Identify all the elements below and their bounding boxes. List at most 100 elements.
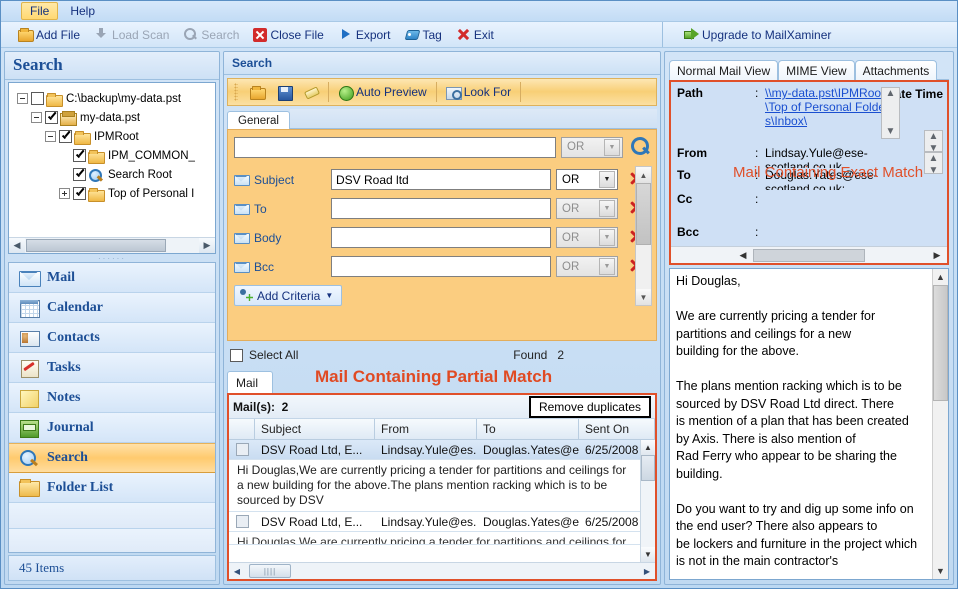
criteria-body-input[interactable] (331, 227, 551, 248)
scroll-left-icon[interactable]: ◀ (733, 250, 753, 261)
toolbar-export[interactable]: Export (333, 26, 396, 43)
tab-attachments[interactable]: Attachments (854, 60, 938, 80)
tree-horizontal-scrollbar[interactable]: ◀ ▶ (9, 237, 215, 253)
run-search-icon[interactable] (630, 136, 652, 158)
sidebar-item-contacts[interactable]: Contacts (9, 323, 215, 353)
tab-general[interactable]: General (227, 111, 290, 129)
expander-plus-icon[interactable] (59, 188, 70, 199)
results-vertical-scrollbar[interactable]: ▲ ▼ (640, 440, 655, 562)
scroll-thumb[interactable]: |||| (249, 564, 291, 578)
scroll-down-icon[interactable]: ▼ (929, 165, 939, 177)
sidebar-item-calendar[interactable]: Calendar (9, 293, 215, 323)
tab-normal-mail-view[interactable]: Normal Mail View (669, 60, 779, 80)
criteria-subject-operator[interactable]: OR ▼ (556, 169, 618, 190)
expander-minus-icon[interactable] (17, 93, 28, 104)
toolbar-search[interactable]: Search (178, 26, 244, 43)
main-query-input[interactable] (234, 136, 556, 158)
row-checkbox[interactable] (229, 515, 255, 528)
tree-node[interactable]: Top of Personal I (13, 184, 213, 203)
menu-file[interactable]: File (21, 2, 59, 20)
scroll-track[interactable] (933, 401, 948, 563)
tree-checkbox[interactable] (73, 168, 86, 181)
column-header-to[interactable]: To (477, 419, 579, 439)
scroll-up-icon[interactable]: ▲ (886, 88, 896, 100)
scroll-thumb[interactable] (933, 285, 948, 401)
table-row[interactable]: DSV Road Ltd, E... Lindsay.Yule@es... Do… (229, 512, 640, 532)
column-header-check[interactable] (229, 419, 255, 439)
tree-checkbox[interactable] (45, 111, 58, 124)
scroll-down-icon[interactable]: ▼ (886, 126, 896, 138)
tree-checkbox[interactable] (31, 92, 44, 105)
menu-help[interactable]: Help (61, 2, 104, 20)
remove-duplicates-button[interactable]: Remove duplicates (528, 396, 651, 418)
tree-checkbox[interactable] (73, 187, 86, 200)
column-header-sent-on[interactable]: Sent On (579, 419, 655, 439)
tree-checkbox[interactable] (59, 130, 72, 143)
chevron-down-icon[interactable]: ▼ (599, 258, 615, 275)
scroll-track[interactable] (641, 481, 655, 547)
upgrade-button[interactable]: Upgrade to MailXaminer (679, 26, 836, 43)
tab-mail[interactable]: Mail (227, 371, 274, 393)
scroll-up-icon[interactable]: ▲ (929, 131, 939, 143)
from-scrollbar[interactable]: ▲ ▼ (924, 130, 943, 154)
criteria-to-operator[interactable]: OR ▼ (556, 198, 618, 219)
scroll-up-icon[interactable]: ▲ (636, 167, 651, 183)
row-checkbox[interactable] (229, 443, 255, 456)
tree-node[interactable]: IPM_COMMON_ (13, 146, 213, 165)
sidebar-item-mail[interactable]: Mail (9, 263, 215, 293)
scroll-thumb[interactable] (26, 239, 166, 252)
tree-node[interactable]: my-data.pst (13, 108, 213, 127)
header-path-value[interactable]: \\my-data.pst\IPMRoot\Top of Personal Fo… (765, 86, 891, 142)
sidebar-item-search[interactable]: Search (9, 443, 215, 473)
auto-preview-button[interactable]: Auto Preview (332, 84, 433, 101)
sidebar-item-notes[interactable]: Notes (9, 383, 215, 413)
toolbar-add-file[interactable]: Add File (13, 26, 85, 43)
scroll-thumb[interactable] (753, 248, 865, 262)
criteria-subject-input[interactable] (331, 169, 551, 190)
column-header-subject[interactable]: Subject (255, 419, 375, 439)
sidebar-item-folder-list[interactable]: Folder List (9, 473, 215, 503)
scroll-right-icon[interactable]: ▶ (927, 250, 947, 261)
to-scrollbar[interactable]: ▲ ▼ (924, 152, 943, 177)
splitter-grip[interactable]: ······ (5, 254, 219, 263)
scroll-down-icon[interactable]: ▼ (933, 563, 948, 579)
criteria-bcc-operator[interactable]: OR ▼ (556, 256, 618, 277)
save-search-button[interactable] (271, 84, 298, 101)
scroll-right-icon[interactable]: ▶ (199, 238, 215, 253)
toolbar-grip[interactable] (234, 83, 238, 101)
sidebar-item-journal[interactable]: Journal (9, 413, 215, 443)
header-horizontal-scrollbar[interactable]: ◀ ▶ (671, 246, 947, 263)
scroll-thumb[interactable] (641, 455, 655, 481)
toolbar-load-scan[interactable]: Load Scan (89, 26, 174, 43)
chevron-down-icon[interactable]: ▼ (599, 171, 615, 188)
tab-mime-view[interactable]: MIME View (778, 60, 855, 80)
expander-minus-icon[interactable] (31, 112, 42, 123)
criteria-to-input[interactable] (331, 198, 551, 219)
scroll-up-icon[interactable]: ▲ (929, 153, 939, 165)
chevron-down-icon[interactable]: ▼ (325, 291, 333, 300)
scroll-up-icon[interactable]: ▲ (641, 440, 655, 455)
criteria-body-operator[interactable]: OR ▼ (556, 227, 618, 248)
toolbar-close-file[interactable]: Close File (248, 27, 328, 43)
criteria-bcc-input[interactable] (331, 256, 551, 277)
scroll-left-icon[interactable]: ◀ (9, 238, 25, 253)
criteria-vertical-scrollbar[interactable]: ▲ ▼ (635, 166, 652, 306)
path-scrollbar[interactable]: ▲ ▼ (881, 87, 900, 139)
table-row[interactable]: DSV Road Ltd, E... Lindsay.Yule@es... Do… (229, 440, 640, 460)
chevron-down-icon[interactable]: ▼ (599, 200, 615, 217)
chevron-down-icon[interactable]: ▼ (604, 138, 620, 156)
tree-node[interactable]: C:\backup\my-data.pst (13, 89, 213, 108)
main-query-operator[interactable]: OR ▼ (561, 136, 623, 158)
clear-search-button[interactable] (298, 84, 325, 101)
scroll-down-icon[interactable]: ▼ (641, 547, 655, 562)
sidebar-item-tasks[interactable]: Tasks (9, 353, 215, 383)
open-search-button[interactable] (244, 84, 271, 101)
toolbar-tag[interactable]: Tag (400, 26, 447, 43)
results-horizontal-scrollbar[interactable]: ◀ |||| ▶ (229, 562, 655, 579)
column-header-from[interactable]: From (375, 419, 477, 439)
scroll-up-icon[interactable]: ▲ (933, 269, 948, 285)
mail-body-vertical-scrollbar[interactable]: ▲ ▼ (932, 269, 948, 579)
scroll-track[interactable] (636, 245, 651, 289)
folder-tree[interactable]: C:\backup\my-data.pst my-data.pst IPMRoo… (8, 82, 216, 254)
toolbar-exit[interactable]: Exit (451, 26, 499, 43)
